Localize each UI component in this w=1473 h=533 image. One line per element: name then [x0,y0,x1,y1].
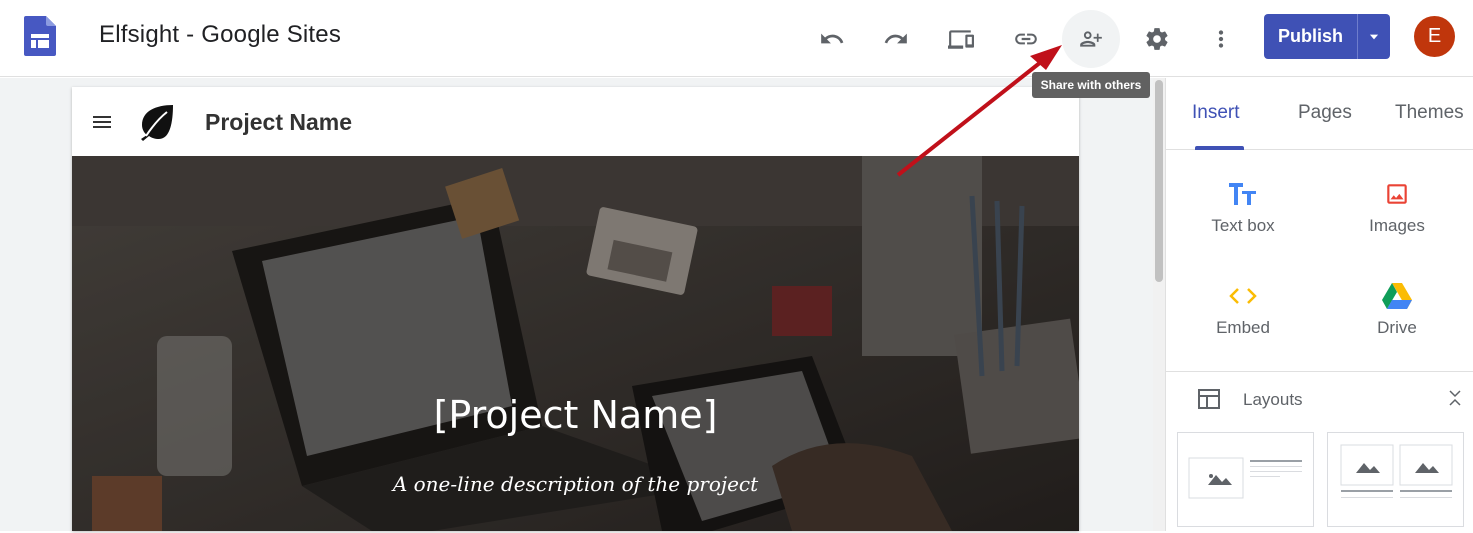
insert-drive[interactable]: Drive [1342,278,1452,358]
panel-tabs: Insert Pages Themes [1166,78,1473,150]
document-title[interactable]: Elfsight - Google Sites [99,21,341,49]
drive-icon [1342,278,1452,314]
share-icon [1080,31,1102,47]
insert-text-box[interactable]: Text box [1188,176,1298,256]
settings-button[interactable] [1128,10,1186,68]
tab-insert[interactable]: Insert [1192,102,1240,124]
scrollbar-thumb[interactable] [1155,80,1163,282]
more-options-button[interactable] [1192,10,1250,68]
insert-text-box-label: Text box [1211,216,1275,235]
site-header[interactable]: Project Name [72,87,1079,156]
redo-button[interactable] [867,10,925,68]
embed-icon [1188,278,1298,314]
undo-button[interactable] [803,10,861,68]
layouts-header[interactable]: Layouts [1166,372,1473,424]
more-vert-icon [1218,30,1224,48]
hero-banner[interactable]: [Project Name] A one-line description of… [72,156,1079,531]
insert-images-label: Images [1369,216,1425,235]
layout-image-text[interactable] [1177,432,1314,527]
account-avatar[interactable]: E [1414,16,1455,57]
site-preview[interactable]: Project Name [Project Name] A one-line d… [72,87,1079,531]
copy-link-button[interactable] [997,10,1055,68]
hero-subtitle[interactable]: A one-line description of the project [72,472,1079,496]
text-box-icon [1188,176,1298,212]
undo-icon [821,33,844,44]
share-tooltip: Share with others [1032,72,1150,98]
layouts-label: Layouts [1243,390,1303,409]
leaf-logo-icon[interactable] [138,103,176,141]
tab-themes[interactable]: Themes [1395,102,1464,124]
publish-button-group: Publish [1264,14,1390,59]
layout-preview-icon [1340,444,1453,498]
preview-button[interactable] [932,10,990,68]
gear-icon [1146,28,1168,50]
google-sites-logo-icon[interactable] [24,16,56,56]
hero-title[interactable]: [Project Name] [72,393,1079,437]
caret-down-icon [1369,34,1379,39]
tab-pages[interactable]: Pages [1298,102,1352,124]
layout-preview-icon [1188,457,1302,499]
editor-canvas: Project Name [Project Name] A one-line d… [0,78,1153,531]
preview-icon [948,30,974,49]
layouts-icon [1198,389,1220,409]
layout-two-images[interactable] [1327,432,1464,527]
menu-icon[interactable] [90,110,114,134]
canvas-scrollbar[interactable] [1153,78,1165,531]
insert-embed-label: Embed [1216,318,1270,337]
site-name[interactable]: Project Name [205,109,352,136]
side-panel: Insert Pages Themes Text box Images Embe… [1165,78,1473,531]
redo-icon [884,33,907,44]
image-icon [1342,176,1452,212]
collapse-icon[interactable] [1448,390,1462,406]
insert-drive-label: Drive [1377,318,1417,337]
insert-embed[interactable]: Embed [1188,278,1298,358]
share-button[interactable] [1062,10,1120,68]
top-bar: Elfsight - Google Sites Publish E [0,0,1473,77]
publish-options-button[interactable] [1358,14,1390,59]
insert-images[interactable]: Images [1342,176,1452,256]
link-icon [1015,33,1037,45]
publish-button[interactable]: Publish [1264,14,1357,59]
active-tab-indicator [1195,146,1244,150]
